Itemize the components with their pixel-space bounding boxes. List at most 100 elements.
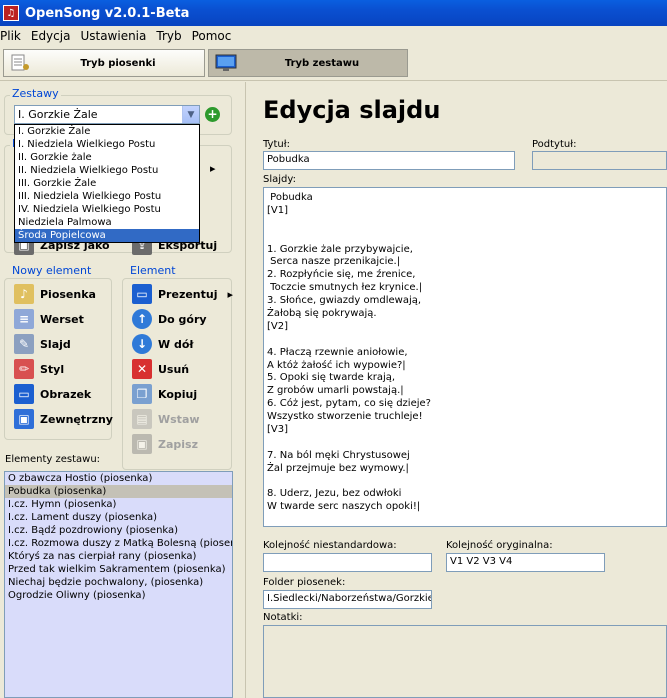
new-verse-label: Werset	[40, 312, 84, 326]
save-button[interactable]: ▣ Zapisz	[132, 434, 198, 454]
delete-button[interactable]: ✕ Usuń	[132, 359, 189, 379]
floppy-icon: ▣	[132, 434, 152, 454]
menu-pomoc[interactable]: Pomoc	[187, 29, 237, 43]
paste-label: Wstaw	[158, 412, 200, 426]
original-order-label: Kolejność oryginalna:	[446, 540, 553, 551]
new-style-button[interactable]: ✏ Styl	[14, 359, 64, 379]
slides-line: 2. Rozpłyńcie się, me źrenice,	[267, 269, 416, 281]
opensong-app-icon: ♫	[3, 5, 19, 21]
set-option[interactable]: III. Gorzkie Żale	[15, 177, 199, 190]
copy-label: Kopiuj	[158, 387, 198, 401]
slides-line	[267, 218, 663, 231]
list-item[interactable]: I.cz. Bądź pozdrowiony (piosenka)	[5, 524, 232, 537]
new-element-group-label: Nowy element	[10, 264, 94, 277]
slides-line: 7. Na ból męki Chrystusowej	[267, 449, 410, 461]
sets-dropdown-list[interactable]: I. Gorzkie Żale I. Niedziela Wielkiego P…	[14, 124, 200, 243]
notes-textarea[interactable]	[263, 625, 667, 698]
present-monitor-icon: ▭	[132, 284, 152, 304]
title-field[interactable]: Pobudka	[263, 151, 515, 170]
new-image-button[interactable]: ▭ Obrazek	[14, 384, 91, 404]
list-item[interactable]: I.cz. Rozmowa duszy z Matką Bolesną (pio…	[5, 537, 232, 550]
slides-line: 1. Gorzkie żale przybywajcie,	[267, 243, 413, 255]
set-elements-list[interactable]: O zbawcza Hostio (piosenka) Pobudka (pio…	[4, 471, 233, 698]
slide-editor-panel: Edycja slajdu Tytuł: Pobudka Podtytuł: S…	[251, 82, 667, 698]
move-down-button[interactable]: ↓ W dół	[132, 334, 193, 354]
submenu-arrow-icon: ▸	[227, 287, 234, 301]
title-label: Tytuł:	[263, 139, 290, 150]
menu-edycja[interactable]: Edycja	[26, 29, 76, 43]
set-option[interactable]: II. Gorzkie żale	[15, 151, 199, 164]
paste-button[interactable]: ▤ Wstaw	[132, 409, 200, 429]
sets-combo-value: I. Gorzkie Żale	[18, 108, 98, 121]
new-verse-button[interactable]: ≡ Werset	[14, 309, 84, 329]
set-option-highlighted[interactable]: Środa Popielcowa	[15, 229, 199, 242]
list-item[interactable]: Przed tak wielkim Sakramentem (piosenka)	[5, 563, 232, 576]
slides-line: Pobudka	[267, 192, 313, 203]
sets-group-label: Zestawy	[10, 87, 61, 100]
set-option[interactable]: IV. Niedziela Wielkiego Postu	[15, 203, 199, 216]
list-item[interactable]: Któryś za nas cierpiał rany (piosenka)	[5, 550, 232, 563]
slides-line	[267, 437, 663, 450]
paste-icon: ▤	[132, 409, 152, 429]
image-monitor-icon: ▭	[14, 384, 34, 404]
chevron-down-icon[interactable]: ▼	[182, 106, 199, 123]
present-label: Prezentuj	[158, 287, 218, 301]
list-item[interactable]: O zbawcza Hostio (piosenka)	[5, 472, 232, 485]
copy-icon: ❐	[132, 384, 152, 404]
slides-line: 3. Słońce, gwiazdy omdlewają,	[267, 295, 422, 307]
set-option[interactable]: I. Niedziela Wielkiego Postu	[15, 138, 199, 151]
set-option[interactable]: I. Gorzkie Żale	[15, 125, 199, 138]
add-set-icon[interactable]: +	[205, 107, 220, 122]
custom-order-field[interactable]	[263, 553, 432, 572]
set-mode-label: Tryb zestawu	[284, 57, 360, 69]
list-item-selected[interactable]: Pobudka (piosenka)	[5, 485, 232, 498]
slides-line	[267, 334, 663, 347]
new-song-button[interactable]: ♪ Piosenka	[14, 284, 96, 304]
new-image-label: Obrazek	[40, 387, 92, 401]
slides-line: 5. Opoki się twarde krają,	[267, 372, 396, 384]
new-slide-button[interactable]: ✎ Slajd	[14, 334, 71, 354]
list-item[interactable]: I.cz. Lament duszy (piosenka)	[5, 511, 232, 524]
list-item[interactable]: I.cz. Hymn (piosenka)	[5, 498, 232, 511]
list-item[interactable]: Ogrodzie Oliwny (piosenka)	[5, 589, 232, 602]
slides-line	[267, 476, 663, 489]
set-mode-button[interactable]: Tryb zestawu	[208, 49, 408, 77]
delete-x-icon: ✕	[132, 359, 152, 379]
present-button[interactable]: ▭ Prezentuj ▸	[132, 284, 233, 304]
slide-icon: ✎	[14, 334, 34, 354]
new-external-button[interactable]: ▣ Zewnętrzny	[14, 409, 113, 429]
original-order-field[interactable]: V1 V2 V3 V4	[446, 553, 605, 572]
slides-line: W twarde serc naszych opoki!|	[267, 501, 421, 513]
song-folder-label: Folder piosenek:	[263, 577, 346, 588]
slides-line: Żałobą się pokrywają.	[267, 308, 377, 320]
set-option[interactable]: III. Niedziela Wielkiego Postu	[15, 190, 199, 203]
sets-combo[interactable]: I. Gorzkie Żale ▼	[14, 105, 200, 124]
menu-plik[interactable]: Plik	[0, 29, 26, 43]
slides-line: [V2]	[267, 320, 289, 332]
new-slide-label: Slajd	[40, 337, 71, 351]
slides-line	[267, 231, 663, 244]
move-up-button[interactable]: ↑ Do góry	[132, 309, 207, 329]
list-item[interactable]: Niechaj będzie pochwalony, (piosenka)	[5, 576, 232, 589]
left-panel: Zestawy I. Gorzkie Żale ▼ + E ▸ ▣ Zapisz…	[0, 82, 245, 698]
menu-tryb[interactable]: Tryb	[151, 29, 186, 43]
song-mode-button[interactable]: Tryb piosenki	[3, 49, 205, 77]
style-pencil-icon: ✏	[14, 359, 34, 379]
slides-line: [V3]	[267, 424, 289, 436]
slides-textarea[interactable]: Pobudka [V1] 1. Gorzkie żale przybywajcie,…	[263, 187, 667, 527]
copy-button[interactable]: ❐ Kopiuj	[132, 384, 197, 404]
external-monitor-icon: ▣	[14, 409, 34, 429]
new-style-label: Styl	[40, 362, 65, 376]
subtitle-field[interactable]	[532, 151, 667, 170]
slides-line: Żal przejmuje bez wymowy.|	[267, 462, 409, 474]
custom-order-label: Kolejność niestandardowa:	[263, 540, 397, 551]
set-option[interactable]: II. Niedziela Wielkiego Postu	[15, 164, 199, 177]
song-folder-field[interactable]: I.Siedlecki/Naborzeństwa/Gorzkie Ż...	[263, 590, 432, 609]
slides-line: Wszystko stworzenie truchleje!	[267, 411, 423, 423]
save-label: Zapisz	[158, 437, 198, 451]
set-option[interactable]: Niedziela Palmowa	[15, 216, 199, 229]
slides-label: Slajdy:	[263, 174, 296, 185]
menu-ustawienia[interactable]: Ustawienia	[75, 29, 151, 43]
slides-line: Serca nasze przenikajcie.|	[267, 256, 401, 268]
slides-line: 6. Cóż jest, pytam, co się dzieje?	[267, 398, 431, 410]
